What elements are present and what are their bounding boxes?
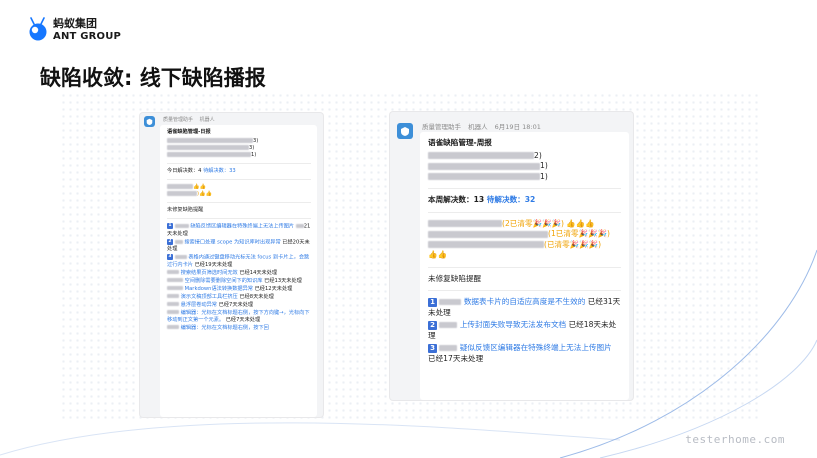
- defect-link[interactable]: 搜索接口处理 scope 为知识库时出现异常: [184, 239, 280, 245]
- defect-link[interactable]: 悬浮层卷动异常: [181, 302, 217, 308]
- defect-link[interactable]: 缺陷反馈区编辑器在特殊终端上无法上传图片: [190, 224, 294, 230]
- list-item: 1): [428, 172, 621, 183]
- bot-avatar-icon: [397, 123, 413, 139]
- list-item: 2): [428, 151, 621, 162]
- robot-tag: 机器人: [199, 117, 215, 123]
- list-item: 1): [167, 152, 311, 159]
- sender-meta: 质量管理助手 机器人 6月19日 18:01: [422, 121, 546, 131]
- defect-link[interactable]: 上传封面失败导致无法发布文档: [460, 320, 566, 329]
- defect-item: 2 上传封面失败导致无法发布文档 已经18天未处理: [428, 320, 617, 340]
- page-title: 缺陷收敛: 线下缺陷播报: [40, 66, 266, 90]
- report-card: 语雀缺陷管理-周报 2) 1) 1) 本周解决数：13 待解决数：32 (2已清…: [420, 132, 629, 400]
- ant-logo-icon: [28, 17, 48, 43]
- card-title: 语雀缺陷管理-日报: [167, 129, 211, 135]
- weekly-stats: 本周解决数：13 待解决数：32: [428, 195, 536, 204]
- reminder-title: 未修复缺陷提醒: [167, 207, 204, 213]
- defect-item: 搜索结果页筛选时间无效 已经14天未处理: [167, 270, 311, 277]
- weekly-report-screenshot: 质量管理助手 机器人 6月19日 18:01 语雀缺陷管理-周报 2) 1) 1…: [390, 112, 633, 400]
- clear-status-line: 👍👍: [167, 184, 311, 191]
- logo-text-cn: 蚂蚁集团: [53, 17, 97, 30]
- daily-report-screenshot: 质量管理助手 机器人 语雀缺陷管理-日报 3) 3) 1) 今日解决数：4 待解…: [140, 113, 323, 417]
- report-card: 语雀缺陷管理-日报 3) 3) 1) 今日解决数：4 待解决数：33 👍👍 )👍…: [160, 125, 317, 417]
- defect-item: 3 疑似反馈区编辑器在特殊终端上无法上传图片 已经17天未处理: [428, 343, 612, 363]
- defect-item: 编辑器：光标在文档标题右侧，按下方向键→，光标向下移动到正文第一个元素。 已经7…: [167, 309, 310, 323]
- defect-link[interactable]: 空间删除需要删除空间下的知识库: [185, 278, 263, 284]
- defect-item: 演示文稿顶部工具栏挤压 已经8天未处理: [167, 294, 311, 301]
- defect-item: 编辑器：光标在文档标题右侧，按下回: [167, 325, 311, 332]
- card-title: 语雀缺陷管理-周报: [428, 138, 492, 147]
- defect-item: 悬浮层卷动异常 已经7天未处理: [167, 302, 311, 309]
- defect-item: 3 表格内通过键盘移动光标无法 focus 到卡片上，会跳过行内卡片 已经19天…: [167, 254, 310, 268]
- reminder-title: 未修复缺陷提醒: [428, 273, 482, 283]
- defect-link[interactable]: 演示文稿顶部工具栏挤压: [181, 294, 238, 300]
- bot-avatar-icon: [144, 116, 155, 127]
- logo-text-en: ANT GROUP: [53, 31, 122, 42]
- clear-status-line: )👍👍: [167, 191, 311, 198]
- defect-item: 1 缺陷反馈区编辑器在特殊终端上无法上传图片 21天未处理: [167, 223, 311, 237]
- list-item: 1): [428, 161, 621, 172]
- defect-item: Markdown语法转换数据异常 已经12天未处理: [167, 286, 311, 293]
- clear-status-line: (2已清零🎉🎉🎉) 👍👍👍: [428, 219, 621, 230]
- defect-list: 1 数据表卡片的自适应高度是不生效的 已经31天未处理 2 上传封面失败导致无法…: [428, 297, 621, 364]
- defect-link[interactable]: 表格内通过键盘移动光标无法 focus 到卡片上，会跳过行内卡片: [167, 255, 309, 268]
- message-time: 6月19日 18:01: [494, 123, 541, 131]
- defect-link[interactable]: 编辑器：光标在文档标题右侧，按下回: [181, 325, 269, 331]
- clear-status-line: 👍👍: [428, 250, 447, 259]
- daily-stats: 今日解决数：4 待解决数：33: [167, 168, 236, 174]
- defect-item: 空间删除需要删除空间下的知识库 已经13天未处理: [167, 278, 311, 285]
- clear-status-line: (已清零🎉🎉🎉): [428, 240, 621, 251]
- defect-link[interactable]: 搜索结果页筛选时间无效: [181, 270, 238, 276]
- robot-tag: 机器人: [468, 123, 488, 131]
- defect-link[interactable]: Markdown语法转换数据异常: [185, 286, 253, 292]
- sender-name: 质量管理助手: [422, 123, 461, 131]
- list-item: 3): [167, 145, 311, 152]
- ant-group-logo: 蚂蚁集团 ANT GROUP: [28, 17, 121, 43]
- sender-meta: 质量管理助手 机器人: [163, 116, 220, 123]
- list-item: 3): [167, 138, 311, 145]
- defect-item: 1 数据表卡片的自适应高度是不生效的 已经31天未处理: [428, 297, 621, 317]
- watermark: testerhome.com: [685, 433, 785, 446]
- defect-link[interactable]: 数据表卡片的自适应高度是不生效的: [464, 297, 586, 306]
- sender-name: 质量管理助手: [163, 117, 194, 123]
- defect-item: 2 搜索接口处理 scope 为知识库时出现异常 已经20天未处理: [167, 238, 310, 252]
- clear-status-line: (1已清零🎉🎉🎉): [428, 229, 621, 240]
- defect-link[interactable]: 疑似反馈区编辑器在特殊终端上无法上传图片: [460, 343, 612, 352]
- defect-list: 1 缺陷反馈区编辑器在特殊终端上无法上传图片 21天未处理 2 搜索接口处理 s…: [167, 223, 311, 332]
